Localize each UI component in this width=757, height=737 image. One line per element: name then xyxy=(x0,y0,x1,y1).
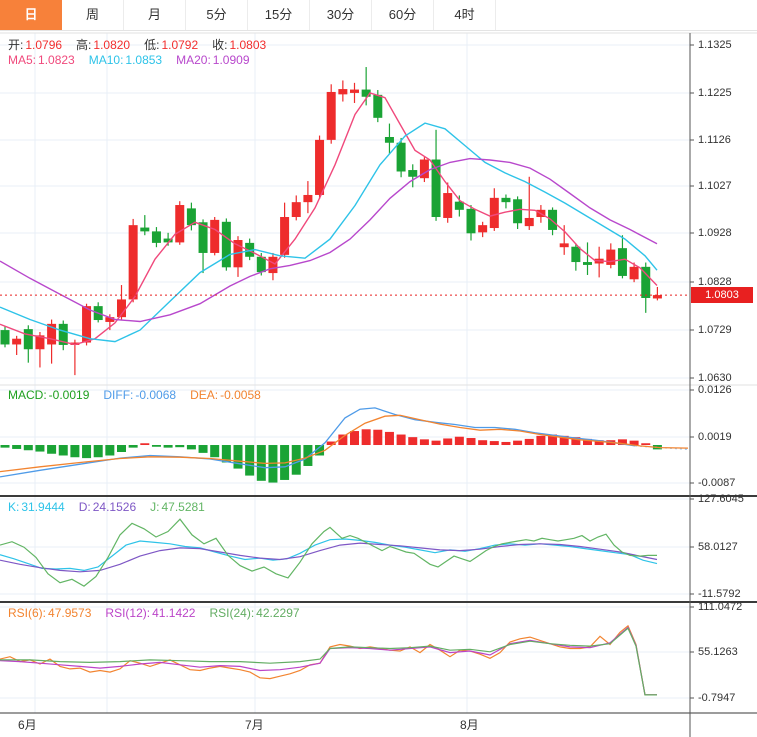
ma-item-2: MA20:1.0909 xyxy=(176,53,249,67)
y-axis-tick-label: 0.0126 xyxy=(698,384,732,396)
kdj-item-0: K:31.9444 xyxy=(8,500,65,514)
macd-header-row: MACD:-0.0019 DIFF:-0.0068 DEA:-0.0058 xyxy=(8,388,275,402)
y-axis-tick-label: 1.0729 xyxy=(698,324,732,336)
macd-item-2: DEA:-0.0058 xyxy=(190,388,261,402)
ohlc-item-2: 低:1.0792 xyxy=(144,38,198,52)
rsi-item-2: RSI(24):42.2297 xyxy=(209,606,299,620)
ma-item-0: MA5:1.0823 xyxy=(8,53,75,67)
y-axis-tick-label: 1.1126 xyxy=(698,134,731,146)
y-axis-tick-label: 1.1027 xyxy=(698,180,732,192)
y-axis-tick-label: 58.0127 xyxy=(698,541,738,553)
ohlc-item-0: 开:1.0796 xyxy=(8,38,62,52)
x-axis-month-label: 6月 xyxy=(18,716,37,733)
kdj-header-row: K:31.9444 D:24.1526 J:47.5281 xyxy=(8,500,219,514)
macd-item-0: MACD:-0.0019 xyxy=(8,388,89,402)
y-axis-tick-label: -0.7947 xyxy=(698,692,735,704)
rsi-item-0: RSI(6):47.9573 xyxy=(8,606,91,620)
y-axis-tick-label: 55.1263 xyxy=(698,646,738,658)
y-axis-tick-label: 0.0019 xyxy=(698,431,732,443)
x-axis-month-label: 7月 xyxy=(245,716,264,733)
y-axis-tick-label: -0.0087 xyxy=(698,477,735,489)
y-axis-tick-label: 1.1225 xyxy=(698,87,732,99)
rsi-header-row: RSI(6):47.9573 RSI(12):41.1422 RSI(24):42.… xyxy=(8,606,314,620)
y-axis-tick-label: 1.1325 xyxy=(698,39,732,51)
y-axis-tick-label: -11.5792 xyxy=(698,588,741,600)
kdj-item-1: D:24.1526 xyxy=(79,500,136,514)
ohlc-item-3: 收:1.0803 xyxy=(212,38,266,52)
ma-item-1: MA10:1.0853 xyxy=(89,53,162,67)
y-axis-tick-label: 1.0630 xyxy=(698,372,732,384)
ohlc-item-1: 高:1.0820 xyxy=(76,38,130,52)
y-axis-tick-label: 111.0472 xyxy=(698,601,742,613)
chart-window: 日周月5分15分30分60分4时 开:1.0796高:1.0820低:1.079… xyxy=(0,0,757,737)
macd-item-1: DIFF:-0.0068 xyxy=(103,388,176,402)
rsi-item-1: RSI(12):41.1422 xyxy=(105,606,195,620)
price-badge: 1.0803 xyxy=(691,287,753,303)
ma-header-row: MA5:1.0823 MA10:1.0853 MA20:1.0909 xyxy=(8,53,264,67)
y-axis-tick-label: 127.6045 xyxy=(698,493,744,505)
chart-canvas[interactable] xyxy=(0,0,757,737)
x-axis-month-label: 8月 xyxy=(460,716,479,733)
ohlc-header-row: 开:1.0796 高:1.0820 低:1.0792 收:1.0803 xyxy=(8,36,280,53)
kdj-item-2: J:47.5281 xyxy=(150,500,205,514)
y-axis-tick-label: 1.0928 xyxy=(698,227,732,239)
